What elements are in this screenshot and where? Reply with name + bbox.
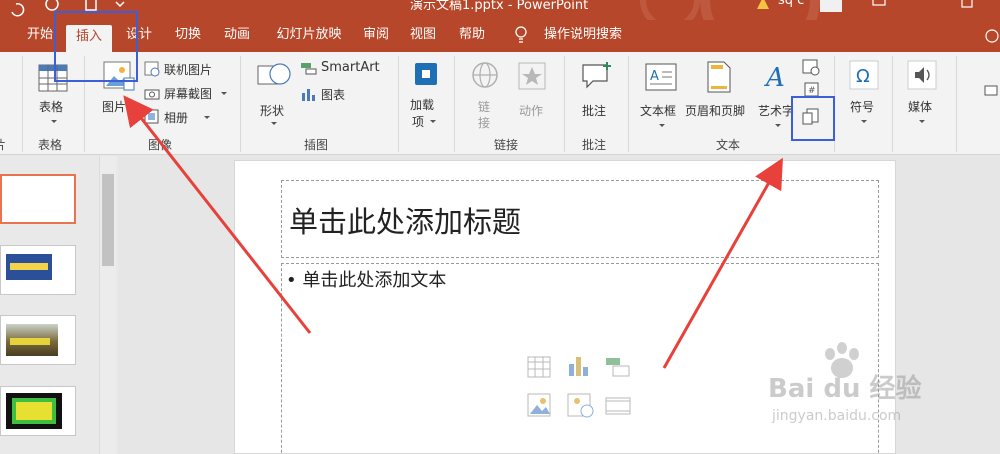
- annotation-arrows: [123, 95, 783, 369]
- red-arrow-right: [662, 157, 783, 369]
- red-arrow-left: [123, 95, 312, 334]
